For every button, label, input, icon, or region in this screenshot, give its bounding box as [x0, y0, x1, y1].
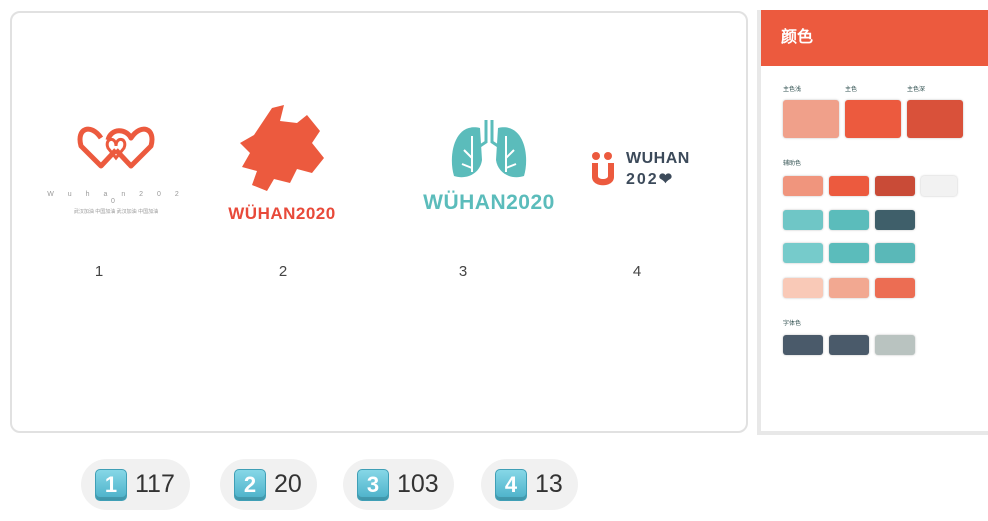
swatch-secondary — [829, 278, 869, 298]
swatch-secondary — [875, 176, 915, 196]
swatch-text — [875, 335, 915, 355]
swatch-secondary — [875, 243, 915, 263]
logo-4-number: 4 — [632, 263, 642, 280]
double-heart-icon — [77, 126, 155, 169]
wuhan-map-icon — [240, 105, 324, 191]
logo-1-subtitle-latin: W u h a n 2 0 2 0 — [47, 191, 185, 205]
logo-2-map[interactable]: WÜHAN2020 — [212, 103, 352, 223]
swatch-secondary — [829, 210, 869, 230]
swatch-secondary — [783, 243, 823, 263]
logo-1-number: 1 — [94, 263, 104, 280]
primary-label-main: 主色 — [845, 87, 858, 93]
lungs-icon — [451, 120, 527, 178]
text-color-label: 字体色 — [783, 321, 802, 327]
swatch-secondary — [875, 210, 915, 230]
keycap-four-icon: 4 — [495, 468, 527, 501]
vote-count: 103 — [397, 470, 439, 498]
vote-count: 117 — [135, 470, 175, 498]
logo-4-wordmark-line1: WUHAN — [626, 150, 690, 167]
logo-4-u-heart[interactable]: WUHAN 202❤ — [590, 148, 700, 190]
color-palette-panel: 颜色 主色浅 主色 主色深 辅助色 字体色 — [757, 10, 988, 435]
swatch-primary-light — [783, 100, 839, 138]
logo-1-hearts[interactable]: W u h a n 2 0 2 0 武汉加油 中国加油 武汉加油 中国加油 — [46, 118, 186, 215]
vote-button-3[interactable]: 3 103 — [343, 459, 454, 510]
logo-2-number: 2 — [278, 263, 288, 280]
swatch-primary — [845, 100, 901, 138]
swatch-primary-dark — [907, 100, 963, 138]
logo-options-card — [10, 11, 748, 433]
keycap-three-icon: 3 — [357, 468, 389, 501]
vote-count: 13 — [535, 470, 563, 498]
primary-label-light: 主色浅 — [783, 87, 802, 93]
vote-count: 20 — [274, 470, 302, 498]
logo-3-lungs[interactable]: WÜHAN2020 — [414, 116, 564, 216]
keycap-one-icon: 1 — [95, 468, 127, 501]
swatch-text — [829, 335, 869, 355]
secondary-label: 辅助色 — [783, 161, 802, 167]
swatch-secondary — [783, 210, 823, 230]
swatch-secondary — [783, 176, 823, 196]
logo-3-wordmark: WÜHAN2020 — [423, 191, 555, 214]
swatch-text — [783, 335, 823, 355]
logo-2-wordmark: WÜHAN2020 — [228, 204, 336, 223]
swatch-secondary — [875, 278, 915, 298]
vote-button-4[interactable]: 4 13 — [481, 459, 578, 510]
u-heart-icon — [592, 152, 614, 186]
keycap-two-icon: 2 — [234, 468, 266, 501]
logo-3-number: 3 — [458, 263, 468, 280]
primary-label-dark: 主色深 — [907, 87, 926, 93]
palette-title: 颜色 — [761, 10, 988, 66]
swatch-secondary — [783, 278, 823, 298]
vote-button-1[interactable]: 1 117 — [81, 459, 190, 510]
logo-1-subtitle-cn: 武汉加油 中国加油 武汉加油 中国加油 — [73, 209, 159, 215]
vote-button-2[interactable]: 2 20 — [220, 459, 317, 510]
swatch-secondary — [829, 243, 869, 263]
logo-4-wordmark-line2: 202❤ — [626, 171, 675, 188]
swatch-secondary — [829, 176, 869, 196]
swatch-secondary — [921, 176, 957, 196]
